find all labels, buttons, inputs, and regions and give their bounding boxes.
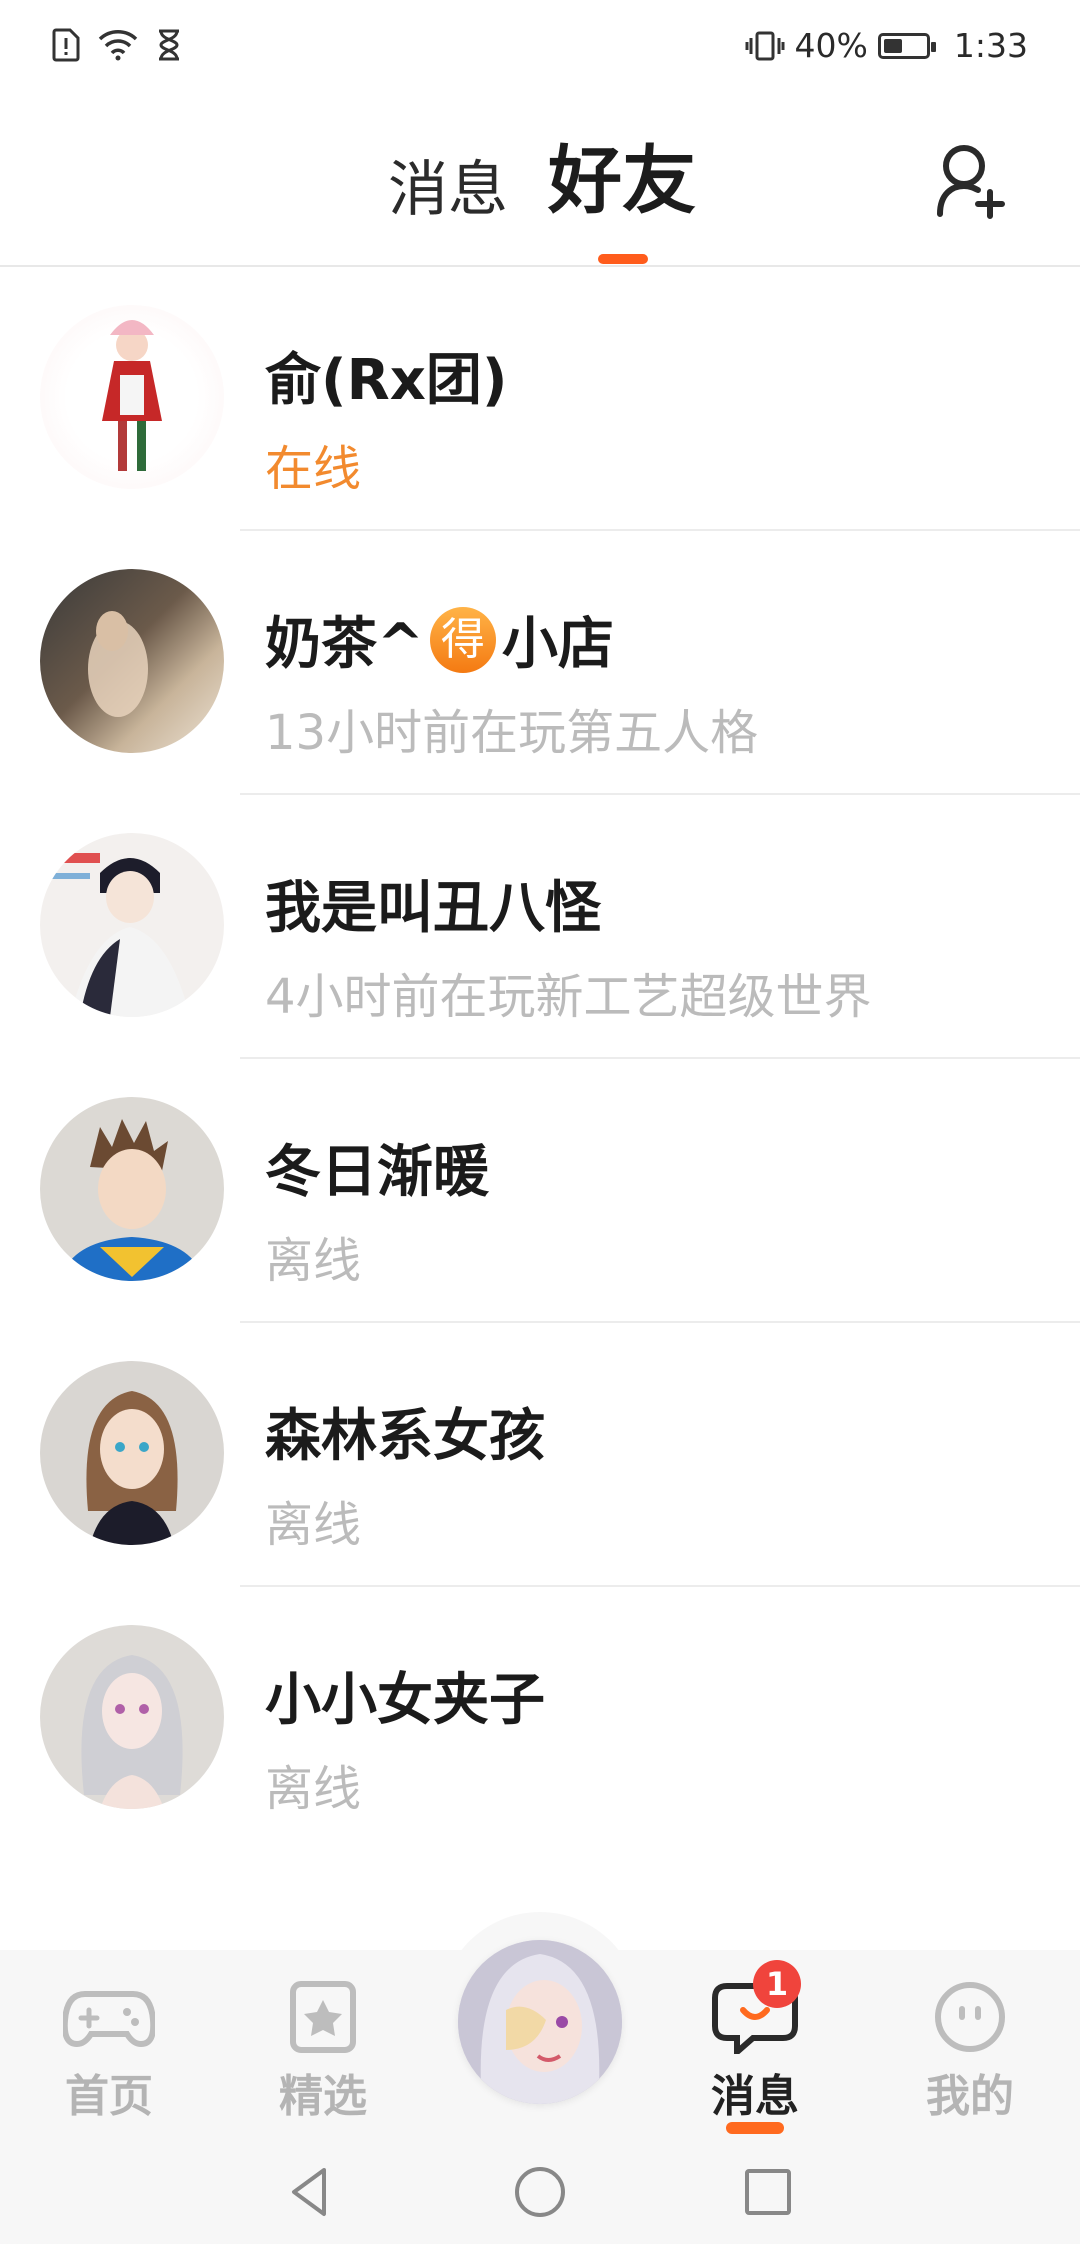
- friend-list: 俞(Rx团) 在线 奶茶^ 得 小店 13小时前在玩第五人格 我是叫丑八怪 4小…: [0, 267, 1080, 1851]
- hourglass-icon: [159, 29, 179, 61]
- nav-label: 首页: [65, 2071, 153, 2122]
- nav-label: 精选: [279, 2071, 367, 2122]
- friend-status: 离线: [265, 1233, 362, 1289]
- tab-messages[interactable]: 消息: [388, 141, 508, 228]
- back-icon[interactable]: [280, 2162, 340, 2222]
- nav-label: 我的: [926, 2071, 1014, 2122]
- friend-row[interactable]: 我是叫丑八怪 4小时前在玩新工艺超级世界: [0, 795, 1080, 1059]
- friend-row[interactable]: 森林系女孩 离线: [0, 1323, 1080, 1587]
- nav-label: 消息: [680, 2060, 830, 2134]
- add-friend-icon[interactable]: [934, 142, 1006, 220]
- avatar: [40, 1361, 224, 1545]
- nav-active-underline: [726, 2122, 784, 2134]
- center-avatar-button[interactable]: [458, 1940, 622, 2104]
- friend-status: 离线: [265, 1497, 362, 1553]
- face-icon: [935, 1982, 1005, 2052]
- avatar: [40, 305, 224, 489]
- friend-name-part: 小店: [501, 612, 614, 677]
- friend-status: 13小时前在玩第五人格: [265, 705, 759, 761]
- avatar: [40, 1625, 224, 1809]
- nav-item-messages[interactable]: 1 消息: [680, 1960, 830, 2134]
- vibrate-icon: [745, 31, 785, 60]
- friend-row[interactable]: 冬日渐暖 离线: [0, 1059, 1080, 1323]
- friend-status: 在线: [265, 441, 362, 497]
- friend-name: 俞(Rx团): [265, 348, 508, 413]
- friend-row[interactable]: 小小女夹子 离线: [0, 1587, 1080, 1851]
- gamepad-icon: [61, 1991, 157, 2048]
- star-card-icon: [290, 1981, 356, 2053]
- friend-name: 我是叫丑八怪: [265, 876, 601, 941]
- nav-item-featured[interactable]: 精选: [248, 1980, 398, 2124]
- friend-status: 离线: [265, 1761, 362, 1817]
- tab-active-indicator: [598, 254, 648, 264]
- system-nav-bar: [0, 2138, 1080, 2244]
- nav-label-text: 消息: [711, 2071, 799, 2122]
- header: 消息 好友: [0, 96, 1080, 266]
- friend-row[interactable]: 奶茶^ 得 小店 13小时前在玩第五人格: [0, 531, 1080, 795]
- friend-name: 小小女夹子: [265, 1668, 545, 1733]
- de-badge-icon: 得: [429, 606, 496, 673]
- battery-icon: [877, 32, 936, 59]
- avatar: [40, 833, 224, 1017]
- nav-item-profile[interactable]: 我的: [895, 1980, 1045, 2124]
- recents-icon[interactable]: [738, 2162, 798, 2222]
- battery-percent: 40%: [794, 26, 868, 65]
- friend-name: 森林系女孩: [265, 1404, 545, 1469]
- friend-name-part: 奶茶^: [265, 612, 424, 677]
- friend-row[interactable]: 俞(Rx团) 在线: [0, 267, 1080, 531]
- avatar: [40, 569, 224, 753]
- friend-status: 4小时前在玩新工艺超级世界: [265, 969, 872, 1025]
- friend-name: 奶茶^ 得 小店: [265, 599, 614, 680]
- friend-name: 冬日渐暖: [265, 1140, 489, 1205]
- tab-friends[interactable]: 好友: [548, 121, 696, 228]
- avatar: [458, 1940, 622, 2104]
- status-bar: 40% 1:33: [0, 0, 1080, 96]
- wifi-icon: [98, 30, 138, 61]
- unread-badge: 1: [753, 1960, 801, 2008]
- battery-fill: [883, 38, 903, 53]
- nav-item-home[interactable]: 首页: [34, 1980, 184, 2124]
- sim-alert-icon: [52, 28, 80, 62]
- clock: 1:33: [953, 26, 1028, 65]
- avatar: [40, 1097, 224, 1281]
- home-icon[interactable]: [510, 2162, 570, 2222]
